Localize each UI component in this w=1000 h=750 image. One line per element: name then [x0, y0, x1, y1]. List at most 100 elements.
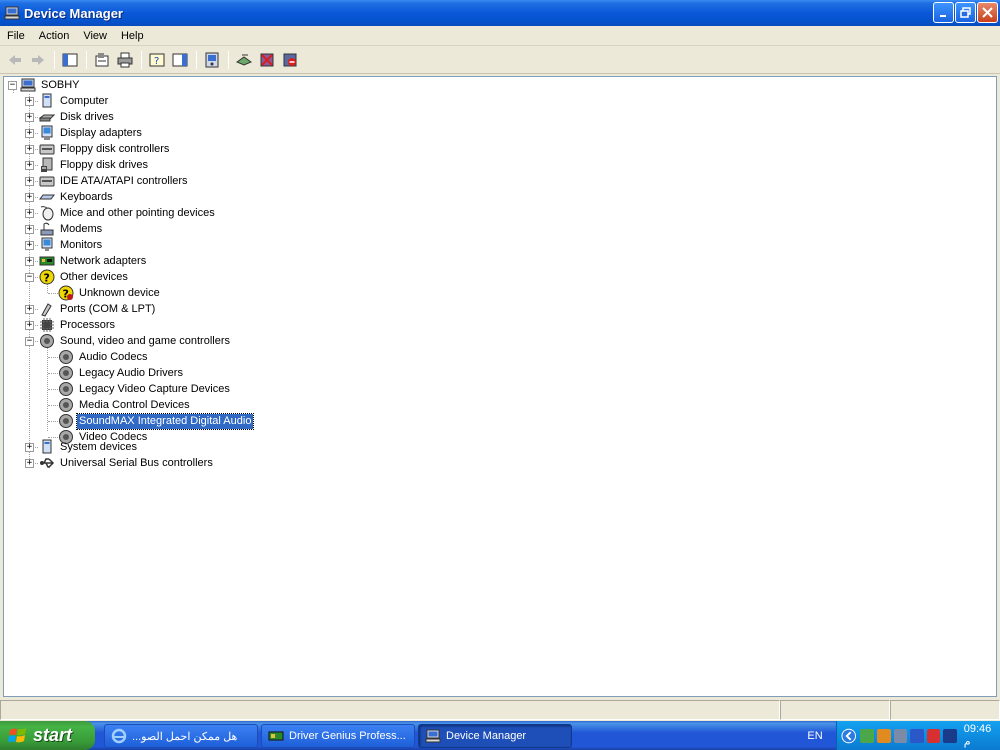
computer-icon [20, 77, 36, 93]
expand-toggle[interactable]: + [25, 113, 34, 122]
start-button[interactable]: start [0, 721, 95, 750]
collapse-toggle[interactable]: − [8, 81, 17, 90]
expand-toggle[interactable]: + [25, 193, 34, 202]
category-monitors[interactable]: Monitors [39, 237, 104, 253]
category-other-devices[interactable]: ? Other devices [39, 269, 130, 285]
print-button[interactable] [114, 49, 136, 71]
menu-view[interactable]: View [76, 26, 114, 46]
adobe-tray-icon[interactable] [926, 728, 941, 743]
category-floppy-drives[interactable]: Floppy disk drives [39, 157, 150, 173]
expand-toggle[interactable]: + [25, 241, 34, 250]
help-button[interactable]: ? [146, 49, 168, 71]
expand-toggle[interactable]: + [25, 257, 34, 266]
expand-toggle[interactable]: + [25, 459, 34, 468]
category-label: Ports (COM & LPT) [60, 302, 156, 315]
category-ide-controllers[interactable]: IDE ATA/ATAPI controllers [39, 173, 190, 189]
title-bar[interactable]: Device Manager [0, 0, 1000, 26]
computer-icon [4, 6, 20, 20]
expand-toggle[interactable]: + [25, 209, 34, 218]
computer-icon [39, 93, 55, 109]
menu-action[interactable]: Action [32, 26, 77, 46]
category-label: Sound, video and game controllers [60, 334, 230, 347]
restore-button[interactable] [955, 2, 976, 23]
security-tray-icon[interactable] [943, 728, 957, 743]
category-mice[interactable]: Mice and other pointing devices [39, 205, 217, 221]
task-browser[interactable]: هل ممكن احمل الصو... [104, 724, 258, 748]
category-keyboards[interactable]: Keyboards [39, 189, 115, 205]
category-processors[interactable]: Processors [39, 317, 117, 333]
task-driver-genius[interactable]: Driver Genius Profess... [261, 724, 415, 748]
forward-arrow-icon [32, 55, 44, 65]
category-modems[interactable]: Modems [39, 221, 104, 237]
service-tray-icon[interactable] [910, 728, 924, 743]
taskbar: start هل ممكن احمل الصو... Driver Genius… [0, 721, 1000, 750]
category-display-adapters[interactable]: Display adapters [39, 125, 144, 141]
menu-help[interactable]: Help [114, 26, 151, 46]
category-computer[interactable]: Computer [39, 93, 110, 109]
category-label: Universal Serial Bus controllers [60, 456, 213, 469]
category-label: Other devices [60, 270, 128, 283]
device-soundmax[interactable]: SoundMAX Integrated Digital Audio [58, 412, 255, 430]
app-tray-icon[interactable] [877, 728, 891, 743]
speaker-icon [58, 365, 74, 381]
keyboard-icon [39, 189, 55, 205]
forward-button[interactable] [27, 49, 49, 71]
uninstall-button[interactable] [256, 49, 278, 71]
scan-hardware-button[interactable] [201, 49, 223, 71]
properties-button[interactable] [91, 49, 113, 71]
category-usb-controllers[interactable]: Universal Serial Bus controllers [39, 455, 215, 471]
expand-toggle[interactable]: + [25, 177, 34, 186]
category-label: Modems [60, 222, 103, 235]
close-button[interactable] [977, 2, 998, 23]
menu-file[interactable]: File [0, 26, 32, 46]
category-floppy-controllers[interactable]: Floppy disk controllers [39, 141, 171, 157]
printer-icon [117, 52, 133, 68]
expand-toggle[interactable]: + [25, 305, 34, 314]
update-driver-button[interactable] [233, 49, 255, 71]
back-button[interactable] [4, 49, 26, 71]
show-hide-action-pane-button[interactable] [169, 49, 191, 71]
device-tray-icon[interactable] [893, 728, 908, 743]
expand-toggle[interactable]: + [25, 321, 34, 330]
tree-line [48, 421, 58, 422]
category-ports[interactable]: Ports (COM & LPT) [39, 301, 157, 317]
task-device-manager[interactable]: Device Manager [418, 724, 572, 748]
category-disk-drives[interactable]: Disk drives [39, 109, 116, 125]
device-legacy-audio-drivers[interactable]: Legacy Audio Drivers [58, 365, 185, 381]
device-tree[interactable]: − SOBHY + Computer + Disk drives + Displ… [3, 76, 997, 697]
device-media-control[interactable]: Media Control Devices [58, 397, 192, 413]
speaker-icon [39, 333, 55, 349]
expand-toggle[interactable]: + [25, 97, 34, 106]
category-sound-video-game[interactable]: Sound, video and game controllers [39, 333, 232, 349]
internet-explorer-icon [111, 728, 127, 744]
toolbar-separator [196, 51, 197, 69]
network-adapter-icon [39, 253, 55, 269]
tray-expand-icon[interactable] [841, 728, 857, 744]
device-audio-codecs[interactable]: Audio Codecs [58, 349, 150, 365]
category-label: Keyboards [60, 190, 113, 203]
category-system-devices[interactable]: System devices [39, 439, 139, 455]
collapse-toggle[interactable]: − [25, 337, 34, 346]
language-indicator[interactable]: EN [800, 721, 830, 750]
device-unknown-device[interactable]: ? Unknown device [58, 285, 162, 301]
disable-button[interactable] [279, 49, 301, 71]
expand-toggle[interactable]: + [25, 225, 34, 234]
properties-icon [95, 53, 109, 67]
expand-toggle[interactable]: + [25, 145, 34, 154]
collapse-toggle[interactable]: − [25, 273, 34, 282]
device-legacy-video-capture[interactable]: Legacy Video Capture Devices [58, 381, 232, 397]
expand-toggle[interactable]: + [25, 443, 34, 452]
device-label-selected: SoundMAX Integrated Digital Audio [75, 412, 255, 430]
category-label: IDE ATA/ATAPI controllers [60, 174, 188, 187]
tree-line [48, 389, 58, 390]
show-hide-tree-button[interactable] [59, 49, 81, 71]
category-network-adapters[interactable]: Network adapters [39, 253, 148, 269]
minimize-button[interactable] [933, 2, 954, 23]
clock[interactable]: 09:46 م [964, 723, 1000, 748]
expand-toggle[interactable]: + [25, 129, 34, 138]
category-label: Display adapters [60, 126, 142, 139]
network-tray-icon[interactable] [860, 728, 875, 743]
device-label: Legacy Video Capture Devices [79, 382, 230, 395]
tree-root[interactable]: SOBHY [20, 77, 82, 93]
expand-toggle[interactable]: + [25, 161, 34, 170]
